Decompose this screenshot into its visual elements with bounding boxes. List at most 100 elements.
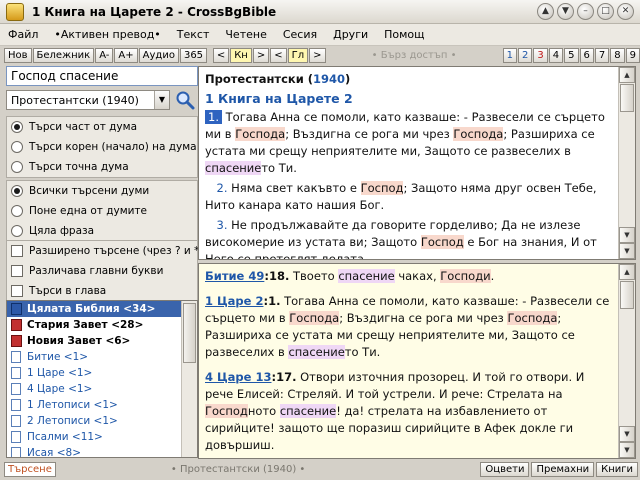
results-scroll-up-button[interactable]: ▲ — [619, 264, 635, 280]
checkbox-extended-search[interactable] — [11, 245, 23, 257]
search-mode-badge[interactable]: Търсене — [4, 462, 56, 477]
tree-item-book[interactable]: 4 Царе <1> — [7, 381, 197, 397]
menu-text[interactable]: Текст — [169, 28, 218, 41]
tree-item-whole-bible[interactable]: Цялата Библия <34> — [7, 301, 197, 317]
tree-item-book[interactable]: Исая <8> — [7, 445, 197, 457]
option-word-root[interactable]: Търси корен (начало) на дума — [7, 137, 197, 157]
prev-chapter-button[interactable]: < — [270, 48, 287, 63]
tree-item-book[interactable]: Псалми <11> — [7, 429, 197, 445]
verse-number[interactable]: 1. — [205, 110, 222, 124]
chapter-button[interactable]: Гл — [287, 48, 309, 63]
option-partial-word[interactable]: Търси част от дума — [7, 117, 197, 137]
result-item[interactable]: 4 Царе 13:17. Отвори източния прозорец. … — [205, 369, 613, 454]
minimize-button[interactable]: – — [577, 3, 594, 20]
checkbox-case-sensitive[interactable] — [11, 265, 23, 277]
quick-access-status: • Бърз достъп • — [371, 50, 457, 61]
menu-help[interactable]: Помощ — [376, 28, 432, 41]
results-scroll-down-button-2[interactable]: ▼ — [619, 442, 635, 458]
translation-select[interactable]: Протестантски (1940) ▼ — [6, 90, 170, 110]
option-any-word[interactable]: Поне една от думите — [7, 201, 197, 221]
tree-item-book[interactable]: 1 Царе <1> — [7, 365, 197, 381]
close-button[interactable]: ✕ — [617, 3, 634, 20]
prev-book-button[interactable]: < — [212, 48, 230, 63]
verse[interactable]: 3. Не продължавайте да говорите горделив… — [205, 217, 613, 259]
books-button[interactable]: Книги — [596, 462, 638, 477]
search-hit: Господи — [440, 269, 491, 283]
tab-2[interactable]: 2 — [518, 48, 533, 63]
results-scroll-down-button[interactable]: ▼ — [619, 426, 635, 442]
radio-partial-word[interactable] — [11, 121, 23, 133]
verse[interactable]: 2. Няма свет какъвто е Господ; Защото ня… — [205, 180, 613, 214]
tab-7[interactable]: 7 — [594, 48, 610, 63]
results-scrollbar[interactable]: ▲ ▼ ▼ — [618, 264, 635, 458]
tree-scrollbar[interactable] — [181, 301, 197, 457]
verse-number[interactable]: 3. — [205, 218, 228, 232]
tree-scroll-thumb[interactable] — [183, 303, 196, 363]
tab-6[interactable]: 6 — [579, 48, 594, 63]
result-reference-link[interactable]: 1 Царе 2 — [205, 294, 263, 308]
book-button[interactable]: Кн — [230, 48, 252, 63]
verse-number[interactable]: 2. — [205, 181, 228, 195]
remove-button[interactable]: Премахни — [531, 462, 595, 477]
scroll-down-icon[interactable]: ▼ — [557, 3, 574, 20]
tab-9[interactable]: 9 — [625, 48, 640, 63]
checkbox-search-in-chapter[interactable] — [11, 285, 23, 297]
option-exact-word[interactable]: Търси точна дума — [7, 157, 197, 177]
scroll-up-button[interactable]: ▲ — [619, 67, 635, 83]
menu-bar: Файл •Активен превод• Текст Четене Сесия… — [0, 24, 640, 46]
result-reference-link[interactable]: Битие 49 — [205, 269, 264, 283]
tree-item-book[interactable]: 1 Летописи <1> — [7, 397, 197, 413]
text-scrollbar[interactable]: ▲ ▼ ▼ — [618, 67, 635, 259]
scroll-up-icon[interactable]: ▲ — [537, 3, 554, 20]
tab-3[interactable]: 3 — [533, 48, 548, 63]
text-scroll-thumb[interactable] — [620, 84, 634, 112]
tree-item-book[interactable]: 2 Летописи <1> — [7, 413, 197, 429]
result-reference-link[interactable]: 4 Царе 13 — [205, 370, 271, 384]
next-chapter-button[interactable]: > — [309, 48, 326, 63]
radio-exact-word[interactable] — [11, 161, 23, 173]
maximize-button[interactable]: □ — [597, 3, 614, 20]
font-increase-button[interactable]: A+ — [114, 48, 138, 63]
scroll-down-button[interactable]: ▼ — [619, 227, 635, 243]
menu-session[interactable]: Сесия — [275, 28, 325, 41]
daily-365-button[interactable]: 365 — [179, 48, 208, 63]
chevron-down-icon[interactable]: ▼ — [154, 91, 169, 109]
verse-text: то Ти. — [261, 161, 297, 175]
tab-4[interactable]: 4 — [548, 48, 564, 63]
results-scroll-thumb[interactable] — [620, 281, 634, 309]
results-tree: Цялата Библия <34> Стария Завет <28> Нов… — [6, 300, 198, 458]
menu-reading[interactable]: Четене — [217, 28, 274, 41]
tree-item-new-testament[interactable]: Новия Завет <6> — [7, 333, 197, 349]
highlight-button[interactable]: Оцвети — [480, 462, 530, 477]
search-input[interactable] — [6, 66, 198, 86]
result-item[interactable]: 1 Царе 2:1. Тогава Анна се помоли, като … — [205, 293, 613, 361]
menu-other[interactable]: Други — [325, 28, 376, 41]
tree-item-old-testament[interactable]: Стария Завет <28> — [7, 317, 197, 333]
radio-any-word[interactable] — [11, 205, 23, 217]
notebook-button[interactable]: Бележник — [32, 48, 95, 63]
new-button[interactable]: Нов — [4, 48, 32, 63]
search-icon[interactable] — [174, 90, 196, 110]
result-item[interactable]: Битие 49:18. Твоето спасение чаках, Госп… — [205, 268, 613, 285]
menu-file[interactable]: Файл — [0, 28, 46, 41]
radio-whole-phrase[interactable] — [11, 225, 23, 237]
tab-1[interactable]: 1 — [502, 48, 517, 63]
tree-item-book[interactable]: Битие <1> — [7, 349, 197, 365]
option-search-in-chapter[interactable]: Търси в глава — [7, 281, 197, 301]
option-case-sensitive[interactable]: Различава главни букви — [7, 261, 197, 281]
tab-8[interactable]: 8 — [610, 48, 625, 63]
option-extended-search[interactable]: Разширено търсене (чрез ? и *) — [7, 241, 203, 261]
verse[interactable]: 1. Тогава Анна се помоли, като казваше: … — [205, 109, 613, 177]
radio-word-root[interactable] — [11, 141, 23, 153]
next-book-button[interactable]: > — [252, 48, 270, 63]
audio-button[interactable]: Аудио — [138, 48, 179, 63]
menu-active-translation[interactable]: •Активен превод• — [46, 28, 168, 41]
search-hit: спасение — [205, 161, 262, 175]
option-whole-phrase[interactable]: Цяла фраза — [7, 221, 197, 241]
font-decrease-button[interactable]: A- — [95, 48, 114, 63]
radio-all-words[interactable] — [11, 185, 23, 197]
document-icon — [11, 399, 21, 411]
scroll-down-button-2[interactable]: ▼ — [619, 243, 635, 259]
option-all-words[interactable]: Всички търсени думи — [7, 181, 197, 201]
tab-5[interactable]: 5 — [564, 48, 579, 63]
